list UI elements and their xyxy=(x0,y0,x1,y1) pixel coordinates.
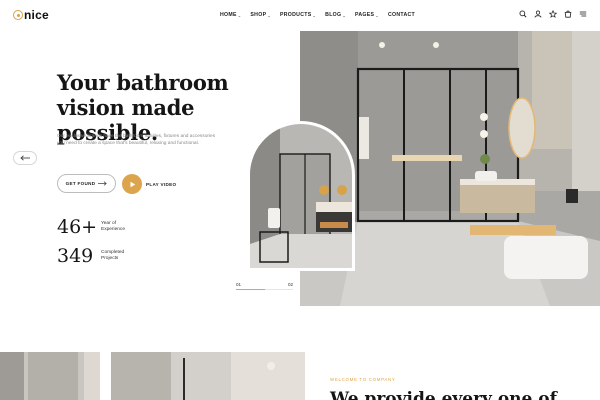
nav-item-blog[interactable]: BLOG ⌄ xyxy=(325,12,346,18)
nav-item-pages[interactable]: PAGES ⌄ xyxy=(355,12,379,18)
chevron-down-icon: ⌄ xyxy=(342,12,346,18)
main-nav: HOME ⌄ SHOP ⌄ PRODUCTS ⌄ BLOG ⌄ PAGES ⌄ CONTA… xyxy=(220,12,415,18)
menu-icon[interactable] xyxy=(579,10,587,18)
logo-mark-icon xyxy=(13,10,23,20)
nav-item-shop[interactable]: SHOP ⌄ xyxy=(250,12,271,18)
play-icon xyxy=(130,181,135,187)
stat-experience: 46+ Year of Experience xyxy=(57,217,141,237)
nav-label: BLOG xyxy=(325,12,342,18)
chevron-down-icon: ⌄ xyxy=(312,12,317,18)
slider-current[interactable]: 01 xyxy=(236,282,241,287)
logo[interactable]: nice xyxy=(13,9,49,21)
slider-progress-track xyxy=(236,289,293,290)
hero-description: Our exclusive brands have the bathroom v… xyxy=(57,134,216,147)
arrow-left-icon xyxy=(19,155,30,161)
stat-label: Year of Experience xyxy=(101,221,141,233)
hero-title-line1: Your bathroom xyxy=(57,70,229,95)
slider-prev-button[interactable] xyxy=(13,151,37,165)
about-image-1-illustration xyxy=(0,352,100,400)
play-video-label[interactable]: PLAY VIDEO xyxy=(146,182,176,187)
stat-label-line2: Experience xyxy=(101,227,125,232)
arch-inset-image xyxy=(247,121,355,271)
slider-progress-fill xyxy=(236,289,265,290)
about-eyebrow: WELCOME TO COMPANY xyxy=(330,377,396,382)
about-image-1 xyxy=(0,352,100,400)
arrow-right-icon xyxy=(98,181,108,186)
nav-label: SHOP xyxy=(250,12,267,18)
nav-label: HOME xyxy=(220,12,237,18)
chevron-down-icon: ⌄ xyxy=(237,12,242,18)
get-found-label: GET FOUND xyxy=(65,181,96,186)
nav-label: CONTACT xyxy=(387,12,416,18)
logo-text: nice xyxy=(24,8,49,22)
stat-label-line1: Year of xyxy=(101,220,117,226)
about-heading: We provide every one of xyxy=(330,389,557,400)
stat-value: 349 xyxy=(57,245,94,267)
get-found-button[interactable]: GET FOUND xyxy=(57,174,116,193)
nav-item-home[interactable]: HOME ⌄ xyxy=(220,12,241,18)
about-image-2 xyxy=(111,352,305,400)
about-image-2-illustration xyxy=(111,352,305,400)
stat-label: Completed Projects xyxy=(101,250,141,262)
slider-total[interactable]: 02 xyxy=(288,282,293,287)
nav-label: PRODUCTS xyxy=(279,12,312,18)
site-header: nice HOME ⌄ SHOP ⌄ PRODUCTS ⌄ BLOG ⌄ PAGES ⌄ … xyxy=(0,0,600,31)
stat-label-line2: Projects xyxy=(101,256,119,261)
header-icons xyxy=(519,10,587,18)
nav-item-contact[interactable]: CONTACT xyxy=(388,12,415,18)
stat-label-line1: Completed xyxy=(101,249,125,255)
user-icon[interactable] xyxy=(534,10,542,18)
stat-value: 46+ xyxy=(57,216,98,238)
wishlist-icon[interactable] xyxy=(549,10,557,18)
cart-icon[interactable] xyxy=(564,10,572,18)
play-video-button[interactable] xyxy=(122,174,142,194)
chevron-down-icon: ⌄ xyxy=(375,12,379,18)
nav-label: PAGES xyxy=(355,12,375,18)
stat-projects: 349 Completed Projects xyxy=(57,246,141,266)
inset-bathroom-illustration xyxy=(250,124,352,268)
nav-item-products[interactable]: PRODUCTS ⌄ xyxy=(280,12,316,18)
chevron-down-icon: ⌄ xyxy=(267,12,271,18)
search-icon[interactable] xyxy=(519,10,527,18)
